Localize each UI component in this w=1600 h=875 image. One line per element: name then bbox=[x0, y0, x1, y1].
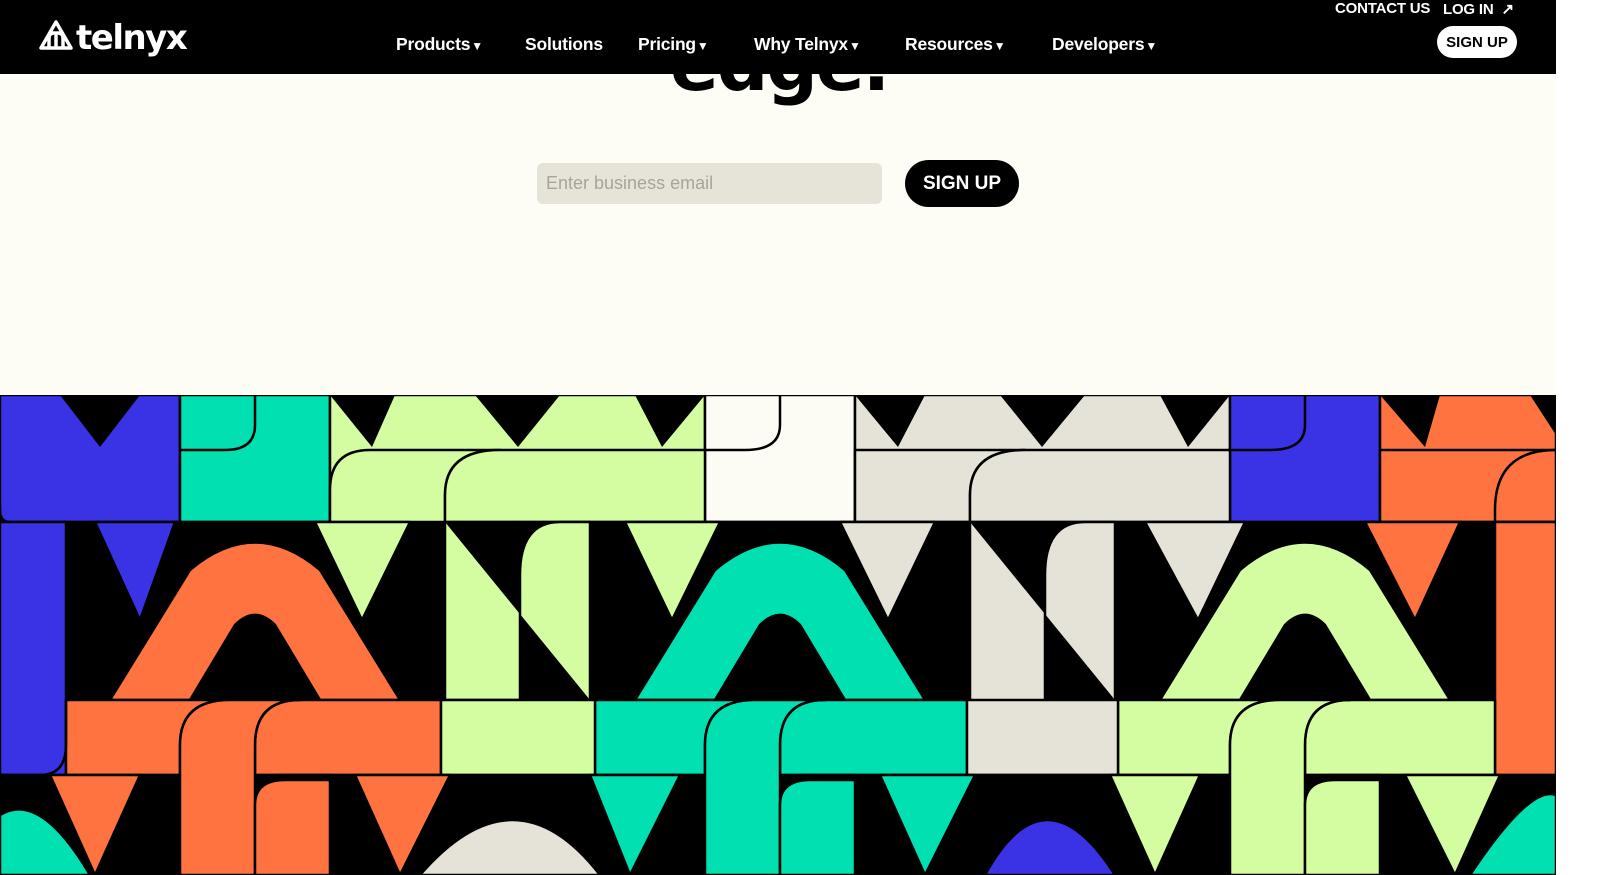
nav-solutions[interactable]: Solutions bbox=[525, 34, 603, 55]
login-link[interactable]: LOG IN ↗ bbox=[1443, 0, 1514, 18]
logo-wordmark: telnyx bbox=[76, 18, 188, 58]
telnyx-logo[interactable]: telnyx bbox=[38, 18, 188, 58]
nav-products[interactable]: Products▼ bbox=[396, 34, 483, 55]
nav-why-telnyx[interactable]: Why Telnyx▼ bbox=[754, 34, 861, 55]
caret-down-icon: ▼ bbox=[848, 39, 861, 53]
login-label: LOG IN bbox=[1443, 1, 1494, 18]
business-email-input[interactable] bbox=[537, 163, 882, 204]
contact-us-link[interactable]: CONTACT US bbox=[1335, 0, 1430, 17]
telnyx-logo-icon bbox=[38, 19, 74, 57]
nav-signup-button[interactable]: SIGN UP bbox=[1437, 26, 1517, 58]
pattern-artwork bbox=[0, 395, 1556, 875]
top-navbar: telnyx Products▼ Solutions Pricing▼ Why … bbox=[0, 0, 1556, 74]
nav-products-label: Products bbox=[396, 34, 471, 54]
arrow-up-right-icon: ↗ bbox=[1501, 1, 1514, 18]
nav-resources-label: Resources bbox=[905, 34, 993, 54]
nav-pricing[interactable]: Pricing▼ bbox=[638, 34, 709, 55]
caret-down-icon: ▼ bbox=[696, 39, 709, 53]
caret-down-icon: ▼ bbox=[471, 39, 483, 53]
caret-down-icon: ▼ bbox=[993, 39, 1006, 53]
page-scrollbar-gutter bbox=[1556, 0, 1600, 875]
caret-down-icon: ▼ bbox=[1145, 39, 1158, 53]
decorative-pattern bbox=[0, 395, 1556, 875]
nav-developers-label: Developers bbox=[1052, 34, 1145, 54]
nav-developers[interactable]: Developers▼ bbox=[1052, 34, 1157, 55]
nav-solutions-label: Solutions bbox=[525, 34, 603, 54]
nav-resources[interactable]: Resources▼ bbox=[905, 34, 1006, 55]
hero-signup-button[interactable]: SIGN UP bbox=[905, 160, 1019, 207]
nav-why-telnyx-label: Why Telnyx bbox=[754, 34, 848, 54]
nav-pricing-label: Pricing bbox=[638, 34, 696, 54]
